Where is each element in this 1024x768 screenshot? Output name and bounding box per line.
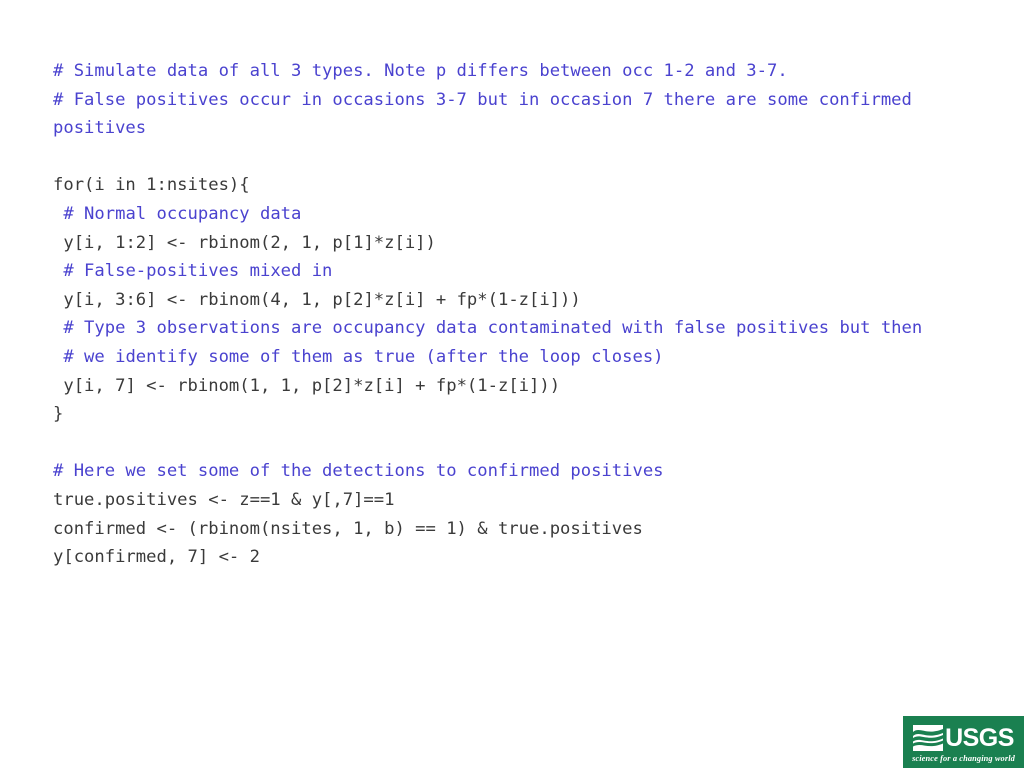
usgs-logo: USGS science for a changing world: [903, 716, 1024, 768]
usgs-wordmark: USGS: [945, 724, 1014, 752]
code-source-line: confirmed <- (rbinom(nsites, 1, b) == 1)…: [53, 518, 643, 539]
code-comment-line: # Normal occupancy data: [53, 203, 302, 224]
code-source-line: y[i, 1:2] <- rbinom(2, 1, p[1]*z[i]): [53, 232, 436, 253]
code-source-line: y[confirmed, 7] <- 2: [53, 547, 260, 568]
usgs-mark-row: USGS: [913, 723, 1014, 753]
code-listing: # Simulate data of all 3 types. Note p d…: [53, 57, 958, 572]
usgs-logo-inner: USGS science for a changing world: [903, 716, 1024, 768]
code-comment-line: # we identify some of them as true (afte…: [53, 346, 664, 367]
code-comment-line: # False-positives mixed in: [53, 261, 333, 282]
code-source-line: for(i in 1:nsites){: [53, 175, 250, 196]
code-comment-line: # Type 3 observations are occupancy data…: [53, 318, 923, 339]
code-comment-line: # Simulate data of all 3 types. Note p d…: [53, 61, 788, 81]
code-comment-line: # False positives occur in occasions 3-7…: [53, 89, 923, 139]
slide-canvas: # Simulate data of all 3 types. Note p d…: [0, 0, 1024, 768]
code-source-line: y[i, 7] <- rbinom(1, 1, p[2]*z[i] + fp*(…: [53, 375, 561, 396]
code-source-line: true.positives <- z==1 & y[,7]==1: [53, 489, 395, 510]
code-source-line: }: [53, 404, 64, 425]
code-source-line: y[i, 3:6] <- rbinom(4, 1, p[2]*z[i] + fp…: [53, 289, 581, 310]
code-comment-line: # Here we set some of the detections to …: [53, 461, 664, 482]
usgs-wave-icon: [913, 725, 944, 751]
usgs-tagline: science for a changing world: [912, 754, 1015, 763]
